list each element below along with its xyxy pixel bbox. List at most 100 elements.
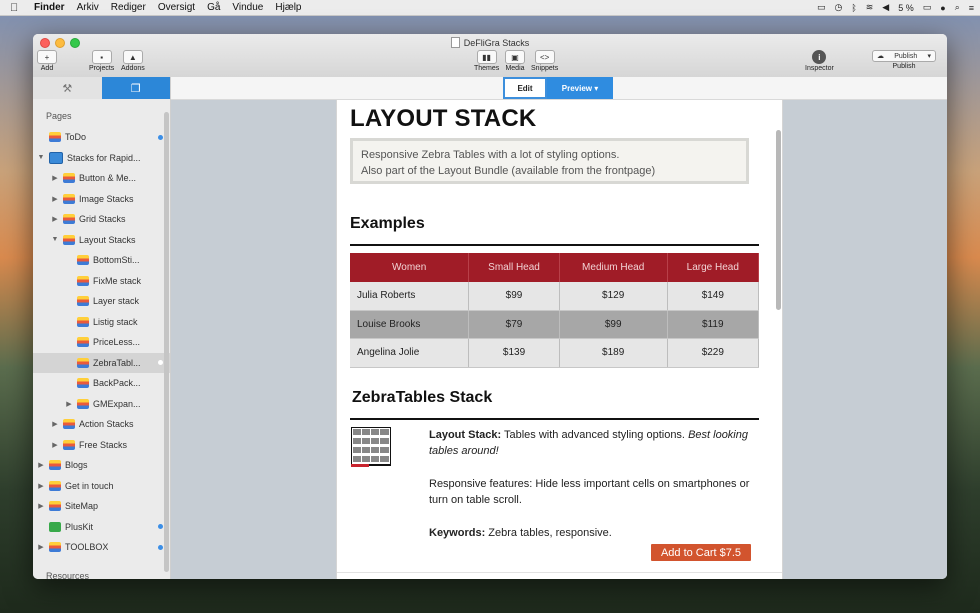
table-row: Julia Roberts $99 $129 $149 [350,282,760,311]
projects-icon: ▪ [91,50,112,64]
mode-bar: Edit Preview ▾ [171,77,947,100]
sidebar-page-item[interactable]: ▶ Get in touch [33,476,170,497]
stacks-page-icon [63,439,75,450]
add-button[interactable]: + Add [37,50,57,72]
canvas-scrollbar[interactable] [776,130,781,310]
airplay-icon[interactable]: ▭ [817,2,826,13]
page-content: LAYOUT STACK Responsive Zebra Tables wit… [336,100,783,579]
table-header: Women [350,253,470,282]
preview-mode-button[interactable]: Preview ▾ [547,77,613,99]
sidebar-page-item[interactable]: ▶ Image Stacks [33,189,170,210]
sidebar-page-item[interactable]: ▶ TOOLBOX [33,537,170,558]
stacks-page-icon [63,419,75,430]
sidebar-page-item[interactable]: BackPack... [33,373,170,394]
volume-icon[interactable]: ◀ [882,2,889,13]
disclosure-right-icon[interactable]: ▶ [51,174,59,182]
table-cell: $189 [559,338,668,368]
sidebar-tab-pages[interactable]: ❐ [101,77,170,99]
menu-vindue[interactable]: Vindue [232,2,263,13]
addons-button[interactable]: ▲ Addons [121,50,145,72]
snippets-button[interactable]: <> Snippets [531,50,558,72]
sidebar-page-item[interactable]: ▶ Button & Me... [33,168,170,189]
stacks-page-icon [77,316,89,327]
disclosure-right-icon[interactable]: ▶ [51,215,59,223]
sidebar-page-item[interactable]: ▼ Layout Stacks [33,230,170,251]
disclosure-right-icon[interactable]: ▶ [51,441,59,449]
publish-label: Publish [892,63,916,70]
table-cell: $149 [667,282,760,311]
time-machine-icon[interactable]: ◷ [834,2,842,13]
inspector-label: Inspector [805,65,834,72]
themes-button[interactable]: ▮▮ Themes [474,50,499,72]
menu-hjaelp[interactable]: Hjælp [275,2,301,13]
sidebar-page-item[interactable]: ▶ Free Stacks [33,435,170,456]
disclosure-right-icon[interactable]: ▶ [65,400,73,408]
disclosure-right-icon[interactable]: ▶ [51,420,59,428]
sidebar-page-item[interactable]: ▶ SiteMap [33,496,170,517]
document-icon [450,37,460,48]
table-cell: $99 [468,282,560,311]
disclosure-right-icon[interactable]: ▶ [37,502,45,510]
inspector-button[interactable]: i Inspector [805,50,834,72]
stacks-page-icon [77,337,89,348]
media-icon: ▣ [505,50,525,64]
apple-icon[interactable]:  [10,2,22,14]
media-button[interactable]: ▣ Media [505,50,525,72]
publish-button[interactable]: ☁ Publish ▾ [872,50,936,62]
user-icon[interactable]: ● [940,3,945,13]
menu-arkiv[interactable]: Arkiv [77,2,99,13]
plus-icon: + [37,50,57,64]
projects-button[interactable]: ▪ Projects [89,50,114,72]
disclosure-right-icon[interactable]: ▶ [51,195,59,203]
sidebar-page-item[interactable]: BottomSti... [33,250,170,271]
sidebar-page-label: Image Stacks [79,193,134,204]
publish-status-dot [158,544,163,550]
sidebar-tab-tools[interactable]: ⚒ [33,77,102,99]
sidebar-page-label: Layout Stacks [79,234,136,245]
wifi-icon[interactable]: ≋ [866,2,874,13]
preview-label: Preview [561,83,592,93]
pages-icon: ❐ [130,82,141,95]
sidebar-page-item[interactable]: ZebraTabl... [33,352,170,373]
edit-mode-button[interactable]: Edit [503,77,547,99]
chevron-down-icon: ▾ [594,83,599,93]
sidebar-page-label: Button & Me... [79,173,137,184]
disclosure-right-icon[interactable]: ▶ [37,482,45,490]
sidebar-page-item[interactable]: ToDo [33,127,170,148]
publish-toolbar-item: ☁ Publish ▾ Publish [872,50,936,70]
sidebar-page-item[interactable]: ▶ GMExpan... [33,394,170,415]
disclosure-down-icon[interactable]: ▼ [37,154,45,161]
disclosure-down-icon[interactable]: ▼ [51,236,59,243]
zebra-table: Women Small Head Medium Head Large Head … [350,253,760,368]
pages-heading: Pages [46,111,72,121]
responsive-description: Responsive features: Hide less important… [429,478,750,506]
sidebar-page-item[interactable]: ▼ Stacks for Rapid... [33,148,170,169]
menu-finder[interactable]: Finder [34,2,65,13]
sidebar-page-item[interactable]: PriceLess... [33,332,170,353]
menubar:  Finder Arkiv Rediger Oversigt Gå Vindu… [0,0,980,16]
spotlight-icon[interactable]: ⌕ [955,2,960,13]
keywords-text: Zebra tables, responsive. [485,527,612,539]
battery-icon[interactable]: ▭ [923,2,932,13]
sidebar-scrollbar[interactable] [164,112,169,572]
add-to-cart-button[interactable]: Add to Cart $7.5 [651,544,751,561]
sidebar-page-item[interactable]: Listig stack [33,312,170,333]
menu-ga[interactable]: Gå [207,2,220,13]
menu-oversigt[interactable]: Oversigt [158,2,195,13]
sidebar-page-item[interactable]: ▶ Action Stacks [33,414,170,435]
sidebar-page-item[interactable]: PlusKit [33,517,170,538]
bluetooth-icon[interactable]: ᛒ [851,3,856,13]
sidebar-page-item[interactable]: Layer stack [33,291,170,312]
themes-label: Themes [474,65,500,72]
sidebar: ⚒ ❐ Pages ToDo ▼ Stacks for Rapid... ▶ Butto… [33,77,171,579]
intro-box: Responsive Zebra Tables with a lot of st… [350,138,749,184]
sidebar-page-item[interactable]: ▶ Grid Stacks [33,209,170,230]
layout-label: Layout Stack: [429,429,502,441]
disclosure-right-icon[interactable]: ▶ [37,461,45,469]
notifications-icon[interactable]: ≡ [969,3,974,13]
sidebar-page-item[interactable]: ▶ Blogs [33,455,170,476]
stacks-page-icon [63,193,75,204]
sidebar-page-item[interactable]: FixMe stack [33,271,170,292]
menu-rediger[interactable]: Rediger [111,2,146,13]
disclosure-right-icon[interactable]: ▶ [37,543,45,551]
